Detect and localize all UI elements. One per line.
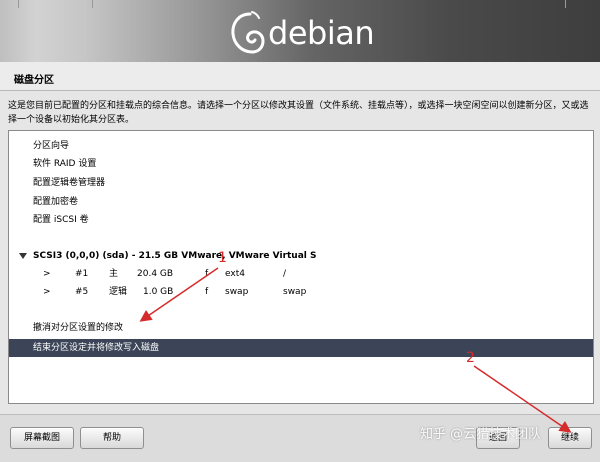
list-item-label: 结束分区设定并将修改写入磁盘 [33,343,160,353]
partition-size: 1.0 GB [143,287,174,297]
watermark: 知乎 @云猎技术团队 [420,427,542,442]
list-item-finish-partitioning[interactable]: 结束分区设定并将修改写入磁盘 [9,339,593,357]
partition-list[interactable]: 分区向导 软件 RAID 设置 配置逻辑卷管理器 配置加密卷 配置 iSCSI … [8,130,594,404]
screenshot-button[interactable]: 屏幕截图 [10,427,74,449]
debian-swirl-icon [231,11,265,54]
partition-format-flag: f [205,287,209,297]
list-item-label: 撤消对分区设置的修改 [33,323,124,333]
annotation-number-1: 1 [218,250,227,266]
list-item-lvm[interactable]: 配置逻辑卷管理器 [9,174,593,192]
expand-triangle-icon[interactable] [19,253,27,259]
partition-row-5[interactable]: > #5 逻辑 1.0 GB f swap swap [9,283,593,301]
list-item-label: 软件 RAID 设置 [33,159,97,169]
help-button[interactable]: 帮助 [80,427,144,449]
partition-mount-point: / [283,269,287,279]
debian-logo: debian [228,8,375,58]
banner-decoration [92,0,93,8]
partition-filesystem: swap [225,287,249,297]
instructions-text: 这是您目前已配置的分区和挂载点的综合信息。请选择一个分区以修改其设置（文件系统、… [8,101,589,125]
list-item-label: 配置加密卷 [33,197,79,207]
page-title: 磁盘分区 [14,75,54,86]
debian-banner: debian [0,0,600,62]
disk-row-sda[interactable]: SCSI3 (0,0,0) (sda) - 21.5 GB VMware, VM… [9,247,593,265]
partition-type: 逻辑 [109,287,128,297]
debian-logo-text: debian [268,14,375,52]
list-item-undo-changes[interactable]: 撤消对分区设置的修改 [9,319,593,337]
partition-arrow: > [43,269,51,279]
partition-mount-point: swap [283,287,307,297]
list-item-label: 配置 iSCSI 卷 [33,215,89,225]
partition-number: #5 [75,287,89,297]
partition-type: 主 [109,269,119,279]
page-header: 磁盘分区 [0,62,600,91]
list-item-encrypted-volumes[interactable]: 配置加密卷 [9,193,593,211]
partition-filesystem: ext4 [225,269,245,279]
list-item-software-raid[interactable]: 软件 RAID 设置 [9,155,593,173]
partition-number: #1 [75,269,89,279]
banner-decoration [18,0,19,8]
disk-label: SCSI3 (0,0,0) (sda) - 21.5 GB VMware, VM… [33,251,317,261]
banner-decoration [565,0,566,8]
list-item-label: 配置逻辑卷管理器 [33,178,106,188]
annotation-number-2: 2 [466,350,475,366]
partition-arrow: > [43,287,51,297]
main-content: 这是您目前已配置的分区和挂载点的综合信息。请选择一个分区以修改其设置（文件系统、… [0,91,600,414]
list-item-iscsi[interactable]: 配置 iSCSI 卷 [9,211,593,229]
partition-row-1[interactable]: > #1 主 20.4 GB f ext4 / [9,265,593,283]
partition-size: 20.4 GB [137,269,174,279]
list-item-partition-wizard[interactable]: 分区向导 [9,137,593,155]
list-item-label: 分区向导 [33,141,70,151]
partition-format-flag: f [205,269,209,279]
